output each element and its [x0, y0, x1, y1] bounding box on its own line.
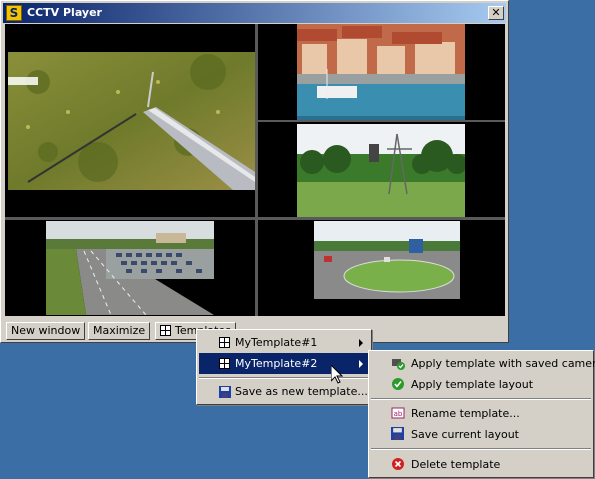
floppy-disk-icon — [391, 427, 404, 440]
rename-icon: ab — [391, 407, 405, 419]
close-icon: ✕ — [491, 6, 501, 19]
menu-item-label: MyTemplate#2 — [235, 357, 318, 370]
grid-divider-vertical[interactable] — [255, 24, 258, 316]
menu-item-mytemplate-2[interactable]: MyTemplate#2 — [199, 353, 369, 374]
svg-text:ab: ab — [394, 410, 403, 418]
template-submenu: Apply template with saved cameras Apply … — [368, 350, 595, 478]
cctv-player-window: S CCTV Player ✕ New window Maximize — [0, 0, 509, 343]
app-logo-icon: S — [6, 5, 22, 21]
menu-item-label: Apply template layout — [411, 378, 534, 391]
new-window-label: New window — [11, 324, 81, 337]
submenu-arrow-icon — [359, 339, 363, 347]
menu-separator — [371, 398, 591, 400]
camera-view-grass[interactable] — [8, 52, 255, 190]
close-button[interactable]: ✕ — [488, 6, 504, 20]
menu-item-label: Save current layout — [411, 428, 519, 441]
camera-view-harbor[interactable] — [297, 24, 465, 120]
maximize-label: Maximize — [93, 324, 146, 337]
title-bar[interactable]: S CCTV Player ✕ — [3, 3, 506, 23]
menu-item-label: Apply template with saved cameras — [411, 357, 595, 370]
grid-icon — [219, 358, 230, 369]
camera-grid — [5, 24, 505, 316]
menu-item-delete-template[interactable]: Delete template — [371, 454, 591, 475]
menu-separator — [199, 377, 369, 379]
red-delete-icon — [392, 458, 404, 470]
menu-item-label: MyTemplate#1 — [235, 336, 318, 349]
camera-view-highway[interactable] — [46, 221, 214, 315]
camera-view-roundabout[interactable] — [314, 221, 460, 299]
templates-menu: MyTemplate#1 MyTemplate#2 Save as new te… — [196, 329, 372, 405]
grid-icon — [219, 337, 230, 348]
menu-item-mytemplate-1[interactable]: MyTemplate#1 — [199, 332, 369, 353]
menu-item-save-as-new-template[interactable]: Save as new template... — [199, 381, 369, 402]
submenu-arrow-icon — [359, 360, 363, 368]
window-title: CCTV Player — [27, 6, 102, 19]
menu-separator — [371, 448, 591, 450]
menu-item-apply-template-layout[interactable]: Apply template layout — [371, 374, 591, 395]
grid-icon — [160, 325, 171, 336]
camera-view-field[interactable] — [297, 124, 465, 218]
floppy-disk-icon — [219, 386, 231, 398]
grid-divider-right[interactable] — [258, 120, 505, 122]
menu-item-label: Delete template — [411, 458, 501, 471]
green-check-icon — [392, 378, 404, 390]
menu-item-save-current-layout[interactable]: Save current layout — [371, 424, 591, 445]
mouse-cursor-icon — [331, 365, 343, 384]
camera-check-icon — [392, 359, 405, 370]
maximize-button[interactable]: Maximize — [88, 322, 151, 340]
grid-divider-horizontal[interactable] — [5, 217, 505, 220]
new-window-button[interactable]: New window — [6, 322, 86, 340]
menu-item-rename-template[interactable]: ab Rename template... — [371, 403, 591, 424]
menu-item-label: Rename template... — [411, 407, 520, 420]
menu-item-label: Save as new template... — [235, 385, 368, 398]
menu-item-apply-template-with-saved-cameras[interactable]: Apply template with saved cameras — [371, 353, 595, 374]
